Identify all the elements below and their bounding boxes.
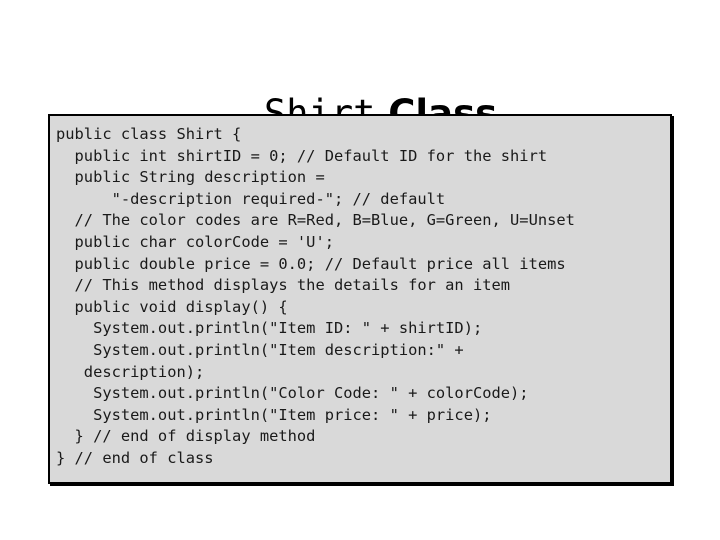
code-block-container: public class Shirt { public int shirtID … bbox=[48, 114, 672, 484]
code-line: description); bbox=[56, 362, 205, 381]
code-line: System.out.println("Color Code: " + colo… bbox=[56, 384, 529, 403]
code-line: System.out.println("Item price: " + pric… bbox=[56, 405, 492, 424]
code-line: public char colorCode = 'U'; bbox=[56, 232, 334, 251]
code-line: "-description required-"; // default bbox=[56, 189, 446, 208]
code-line: public String description = bbox=[56, 168, 325, 187]
code-line: // The color codes are R=Red, B=Blue, G=… bbox=[56, 211, 575, 230]
java-source-code: public class Shirt { public int shirtID … bbox=[56, 124, 670, 470]
code-line: public double price = 0.0; // Default pr… bbox=[56, 254, 566, 273]
code-line: public void display() { bbox=[56, 297, 288, 316]
code-line: System.out.println("Item description:" + bbox=[56, 340, 464, 359]
code-line: public class Shirt { bbox=[56, 125, 242, 143]
code-line: public int shirtID = 0; // Default ID fo… bbox=[56, 146, 548, 165]
code-line: } // end of display method bbox=[56, 427, 316, 446]
code-line: // This method displays the details for … bbox=[56, 276, 511, 295]
code-line: } // end of class bbox=[56, 448, 214, 467]
slide: Shirt Class public class Shirt { public … bbox=[0, 0, 720, 540]
code-line: System.out.println("Item ID: " + shirtID… bbox=[56, 319, 483, 338]
